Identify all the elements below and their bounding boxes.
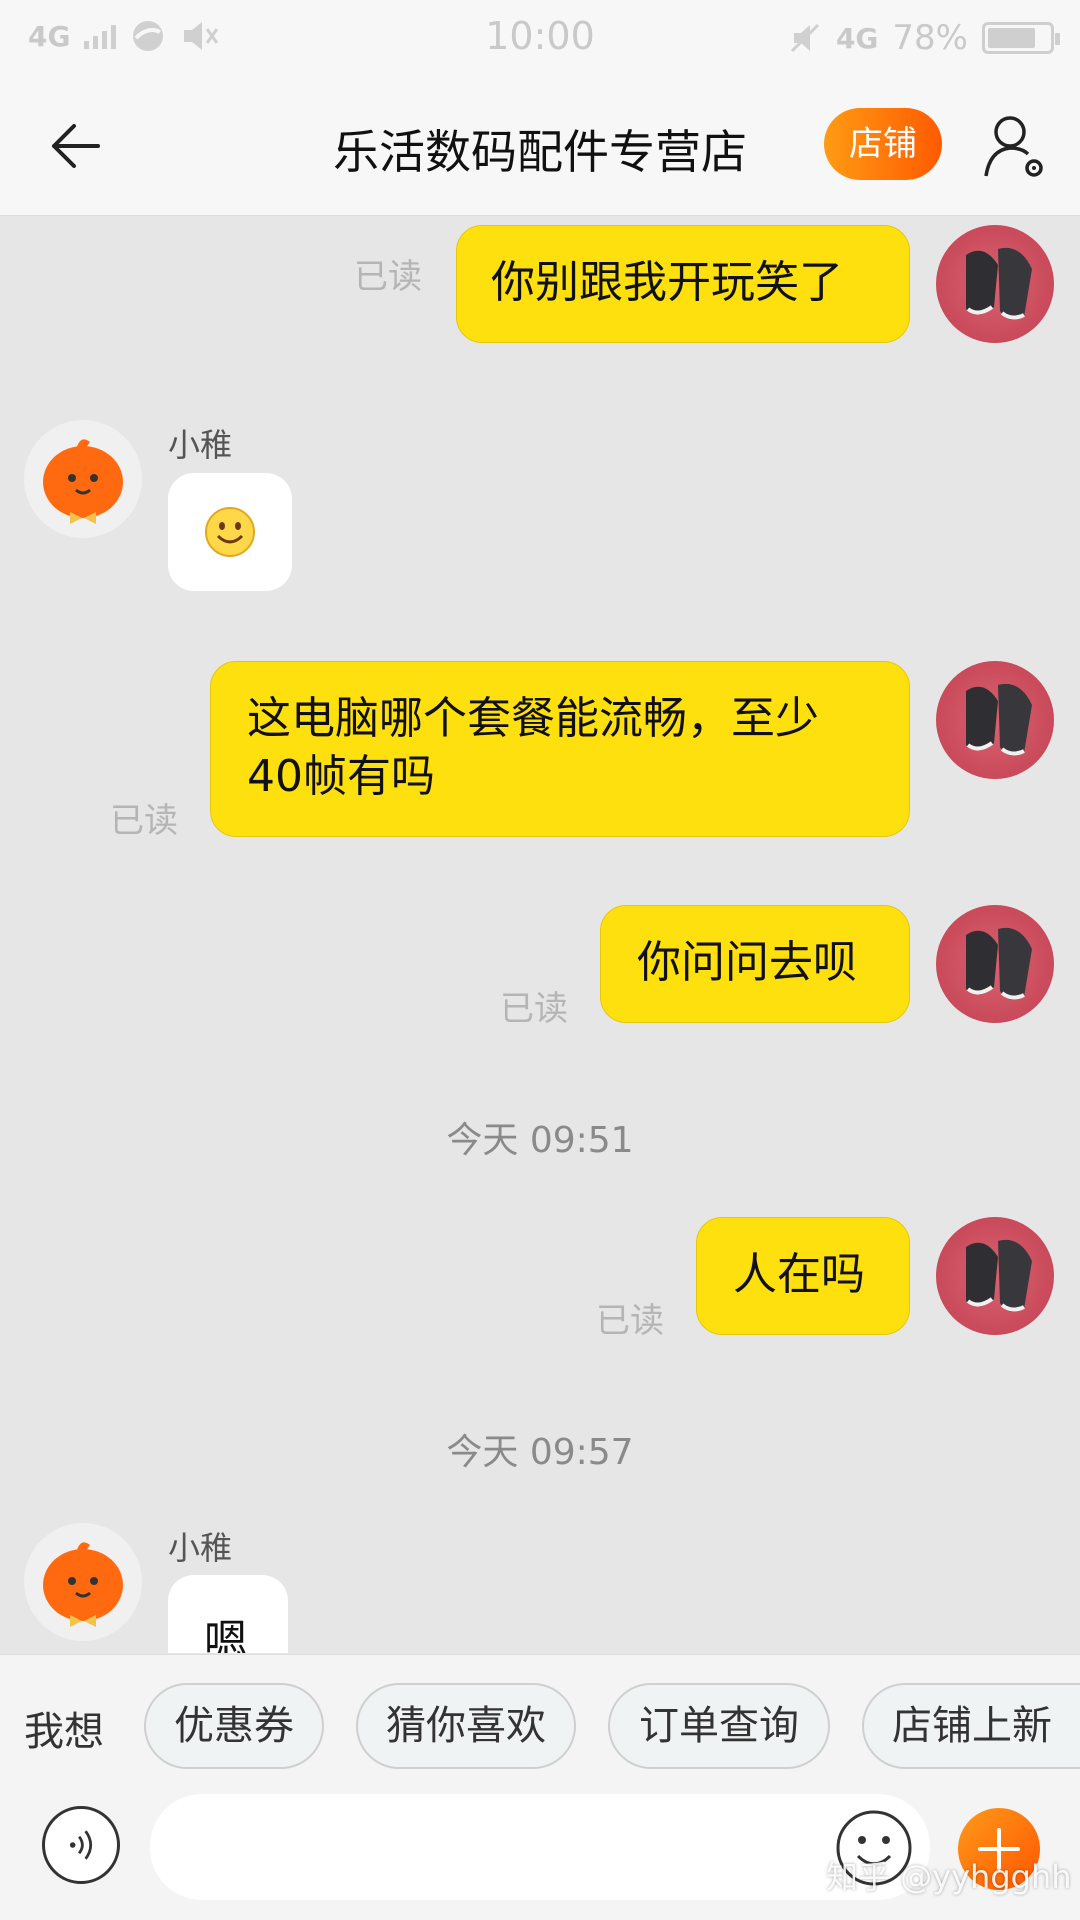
voice-icon[interactable] [42,1806,120,1884]
shop-button[interactable]: 店铺 [824,108,942,180]
profile-settings-icon[interactable] [982,112,1046,182]
status-bar: 4G 10:00 4G 78% [0,0,1080,76]
message-bubble-received[interactable] [168,473,292,591]
message-bubble-sent[interactable]: 你别跟我开玩笑了 [456,225,910,343]
chip-coupon[interactable]: 优惠券 [144,1683,324,1769]
time-separator: 今天 09:51 [446,1120,634,1161]
sender-name: 小稚 [168,426,233,464]
message-bubble-sent[interactable]: 这电脑哪个套餐能流畅，至少 40帧有吗 [210,661,910,837]
message-text: 嗯 [204,1616,248,1653]
battery-icon [982,22,1060,54]
smiley-emoji-icon [205,507,255,557]
quick-reply-bar: 我想 优惠券 猜你喜欢 订单查询 店铺上新 [0,1654,1080,1794]
message-bubble-received[interactable]: 嗯 [168,1575,288,1653]
quick-reply-label: 我想 [24,1709,104,1755]
message-bubble-sent[interactable]: 人在吗 [696,1217,910,1335]
mascot-image [43,439,123,524]
message-text: 人在吗 [733,1249,865,1300]
read-status: 已读 [500,989,568,1029]
user-avatar[interactable] [936,225,1054,343]
user-avatar[interactable] [936,1217,1054,1335]
sneaker-image [966,1239,1032,1312]
message-text-line: 这电脑哪个套餐能流畅，至少 [247,693,819,744]
message-text: 你别跟我开玩笑了 [491,257,843,308]
network-type-right: 4G [835,21,879,55]
mascot-image [43,1542,123,1627]
shop-avatar[interactable] [24,420,142,538]
message-input[interactable] [150,1794,930,1900]
chat-header: 乐活数码配件专营店 店铺 [0,76,1080,216]
user-avatar[interactable] [936,661,1054,779]
battery-fill [988,28,1035,48]
sneaker-image [966,683,1032,756]
chip-recommend[interactable]: 猜你喜欢 [356,1683,576,1769]
shop-avatar[interactable] [24,1523,142,1641]
screen: 4G 10:00 4G 78% 乐活数码配件专营店 店铺 已读 你别跟我开玩笑了… [0,0,1080,1920]
vibrate-off-icon [790,23,820,53]
read-status: 已读 [596,1301,664,1341]
sneaker-image [966,247,1032,320]
chip-order-query[interactable]: 订单查询 [608,1683,830,1769]
time-separator: 今天 09:57 [446,1432,634,1473]
read-status: 已读 [354,257,422,297]
read-status: 已读 [110,801,178,841]
watermark: 知乎 @yyhgghh [826,1858,1072,1896]
sneaker-image [966,927,1032,1000]
sender-name: 小稚 [168,1529,233,1567]
chip-new-arrivals[interactable]: 店铺上新 [862,1683,1080,1769]
status-right: 4G 78% [788,18,1060,58]
battery-percent: 78% [892,18,968,58]
message-bubble-sent[interactable]: 你问问去呗 [600,905,910,1023]
message-list[interactable]: 已读 你别跟我开玩笑了 小稚 已读 这电脑哪个套餐能流畅，至少 40帧有吗 已读… [0,217,1080,1653]
message-text: 你问问去呗 [637,937,857,988]
message-text-line: 40帧有吗 [247,751,435,802]
user-avatar[interactable] [936,905,1054,1023]
